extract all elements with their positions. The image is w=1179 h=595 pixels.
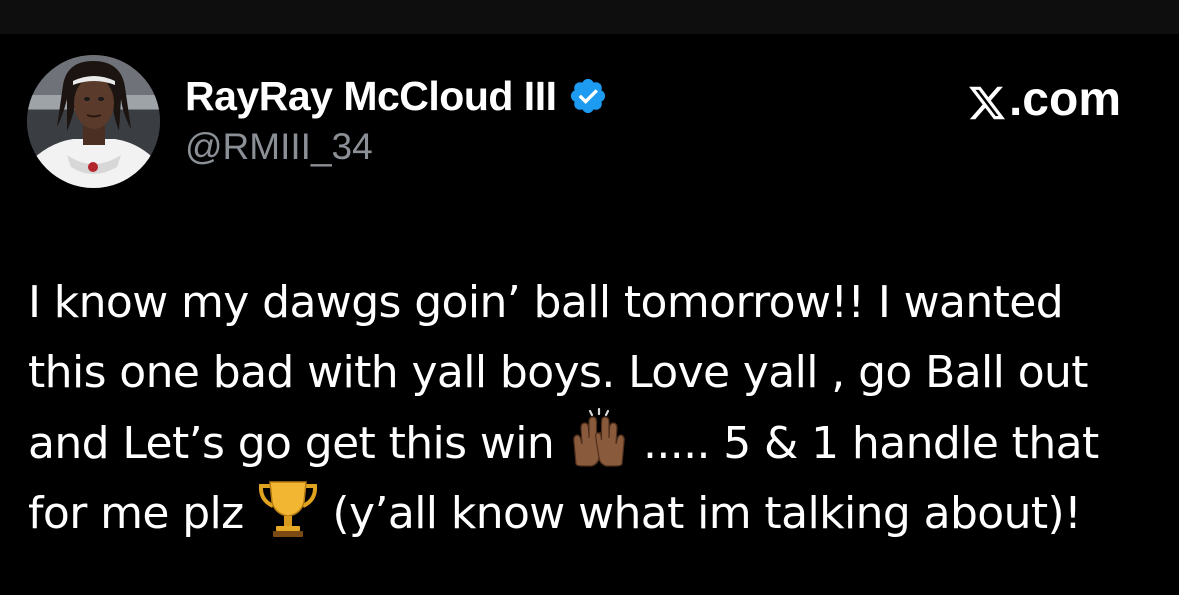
name-row: RayRay McCloud III	[185, 70, 608, 122]
display-name[interactable]: RayRay McCloud III	[185, 73, 557, 120]
avatar-image	[27, 55, 160, 188]
top-bar	[0, 0, 1179, 34]
tweet-line-2: this one bad with yall boys. Love yall ,…	[28, 347, 1089, 398]
author-block: RayRay McCloud III @RMIII_34	[185, 70, 608, 168]
tweet-text: I know my dawgs goin’ ball tomorrow!! I …	[28, 268, 1158, 548]
x-logo-icon	[967, 80, 1007, 120]
tweet-line-1: I know my dawgs goin’ ball tomorrow!! I …	[28, 277, 1064, 328]
tweet-line-3: and Let’s go get this win ..... 5 & 1 ha…	[28, 407, 1158, 478]
tweet-line-3-end: ..... 5 & 1 handle that	[629, 418, 1099, 469]
author-handle[interactable]: @RMIII_34	[185, 126, 608, 168]
tweet-line-3-start: and Let’s go get this win	[28, 418, 568, 469]
trophy-icon	[257, 478, 319, 540]
tweet-screenshot: RayRay McCloud III @RMIII_34 .com I know…	[0, 0, 1179, 595]
raising-hands-icon	[568, 407, 630, 470]
tweet-line-4-end: (y’all know what im talking about)!	[319, 488, 1082, 539]
tweet-line-4: for me plz (y’all know what im talking a…	[28, 478, 1158, 548]
tweet-line-4-start: for me plz	[28, 488, 258, 539]
brand-label: .com	[1008, 73, 1121, 126]
verified-badge-icon	[568, 76, 608, 116]
brand-watermark: .com	[967, 72, 1121, 127]
avatar[interactable]	[27, 55, 160, 188]
